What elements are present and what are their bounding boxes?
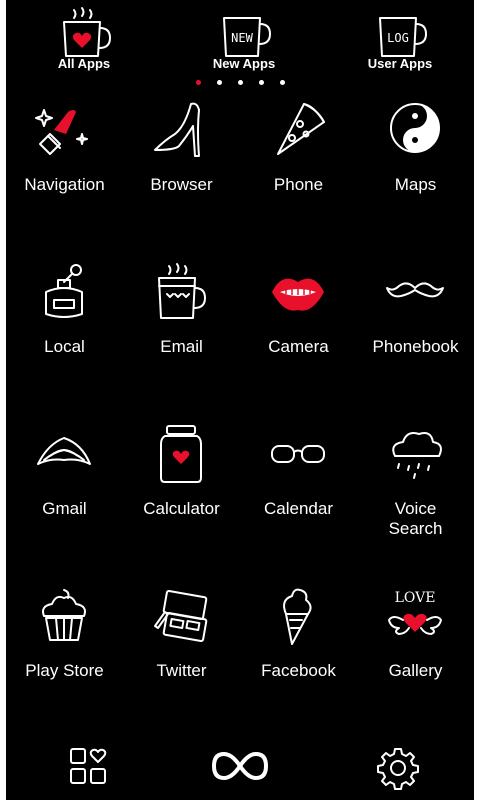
app-label: Phone bbox=[273, 175, 324, 194]
app-calculator[interactable]: Calculator bbox=[123, 424, 240, 564]
app-label-line: Search bbox=[388, 519, 443, 538]
makeup-palette-icon bbox=[154, 590, 208, 642]
app-email[interactable]: Email bbox=[123, 262, 240, 402]
app-label: Gallery bbox=[388, 661, 443, 680]
app-voice-search[interactable]: Voice Search bbox=[357, 424, 474, 564]
coffee-mug-log-icon: LOG bbox=[379, 17, 427, 57]
page-indicator bbox=[0, 78, 480, 88]
wings-icon bbox=[37, 437, 91, 465]
app-facebook[interactable]: Facebook bbox=[240, 586, 357, 726]
lipstick-icon bbox=[35, 109, 88, 155]
app-label-two-line: Voice Search bbox=[357, 499, 474, 539]
pizza-slice-icon bbox=[277, 103, 325, 155]
glasses-icon bbox=[271, 445, 325, 463]
love-text: LOVE bbox=[395, 590, 436, 606]
app-label: Maps bbox=[394, 175, 437, 194]
home-screen: All Apps NEW New Apps LOG User Apps Navi… bbox=[0, 0, 480, 800]
love-wings-icon: LOVE bbox=[388, 590, 442, 635]
page-dot[interactable] bbox=[280, 80, 285, 85]
app-label: Phonebook bbox=[372, 337, 459, 356]
app-local[interactable]: Local bbox=[6, 262, 123, 402]
app-drawer-icon bbox=[70, 748, 107, 784]
dock bbox=[6, 740, 474, 800]
app-label: Facebook bbox=[261, 661, 336, 680]
tab-user-apps[interactable]: LOG User Apps bbox=[340, 0, 460, 76]
high-heel-icon bbox=[154, 102, 200, 157]
home-button[interactable] bbox=[210, 740, 270, 790]
app-gmail[interactable]: Gmail bbox=[6, 424, 123, 564]
rain-cloud-icon bbox=[392, 432, 442, 479]
perfume-bottle-icon bbox=[45, 264, 83, 318]
tab-label: All Apps bbox=[57, 56, 111, 71]
tab-label: User Apps bbox=[367, 56, 433, 71]
page-dot[interactable] bbox=[217, 80, 222, 85]
app-label: Email bbox=[160, 337, 203, 356]
screen-edge-right bbox=[474, 0, 480, 800]
page-dot[interactable] bbox=[238, 80, 243, 85]
coffee-mug-heart-icon bbox=[63, 7, 111, 57]
app-label: Browser bbox=[150, 175, 213, 194]
page-dot[interactable] bbox=[259, 80, 264, 85]
app-twitter[interactable]: Twitter bbox=[123, 586, 240, 726]
app-label: Navigation bbox=[24, 175, 105, 194]
red-lips-icon bbox=[272, 278, 324, 311]
app-calendar[interactable]: Calendar bbox=[240, 424, 357, 564]
heart-jar-icon bbox=[160, 425, 202, 483]
app-label: Local bbox=[44, 337, 85, 356]
app-label: Gmail bbox=[42, 499, 87, 518]
mug-text: NEW bbox=[231, 31, 253, 45]
app-label: Calculator bbox=[143, 499, 220, 518]
ice-cream-cone-icon bbox=[283, 588, 312, 645]
app-phonebook[interactable]: Phonebook bbox=[357, 262, 474, 402]
tab-label: New Apps bbox=[212, 56, 276, 71]
top-tabs: All Apps NEW New Apps LOG User Apps bbox=[6, 0, 474, 80]
app-label: Twitter bbox=[156, 661, 207, 680]
settings-button[interactable] bbox=[368, 740, 428, 790]
infinity-icon bbox=[211, 751, 269, 781]
app-navigation[interactable]: Navigation bbox=[6, 100, 123, 240]
yin-yang-icon bbox=[390, 103, 440, 153]
app-label: Camera bbox=[268, 337, 329, 356]
app-label: Play Store bbox=[25, 661, 104, 680]
app-drawer-button[interactable] bbox=[58, 740, 118, 790]
mug-text: LOG bbox=[387, 31, 409, 45]
app-phone[interactable]: Phone bbox=[240, 100, 357, 240]
app-gallery[interactable]: LOVE Gallery bbox=[357, 586, 474, 726]
coffee-mug-new-icon: NEW bbox=[223, 17, 271, 57]
app-play-store[interactable]: Play Store bbox=[6, 586, 123, 726]
cupcake-icon bbox=[42, 589, 86, 641]
app-label: Calendar bbox=[264, 499, 333, 518]
mustache-icon bbox=[386, 282, 444, 298]
tab-new-apps[interactable]: NEW New Apps bbox=[184, 0, 304, 76]
app-browser[interactable]: Browser bbox=[123, 100, 240, 240]
page-dot-active[interactable] bbox=[196, 80, 201, 85]
app-label-line: Voice bbox=[394, 499, 437, 518]
coffee-mug-icon bbox=[158, 263, 206, 319]
app-maps[interactable]: Maps bbox=[357, 100, 474, 240]
settings-gear-icon bbox=[377, 748, 419, 790]
app-camera[interactable]: Camera bbox=[240, 262, 357, 402]
tab-all-apps[interactable]: All Apps bbox=[24, 0, 144, 76]
